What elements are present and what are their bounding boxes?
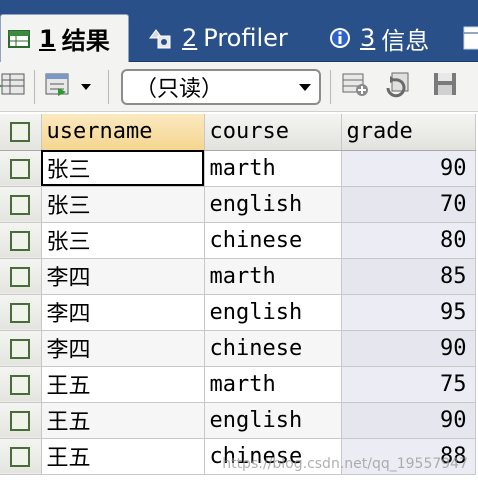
cell-username[interactable]: 张三 xyxy=(41,222,205,259)
grid-view-button[interactable] xyxy=(0,70,28,102)
table-row[interactable]: 王五 english 90 xyxy=(0,402,476,439)
row-checkbox[interactable] xyxy=(10,230,31,251)
select-chevron-down-icon xyxy=(299,84,311,91)
refresh-button[interactable] xyxy=(382,70,416,102)
results-table: username course grade 张三 marth 90 张三 eng… xyxy=(0,114,476,475)
cell-grade[interactable]: 90 xyxy=(341,402,476,439)
view-menu-dropdown[interactable] xyxy=(74,70,98,102)
cell-username[interactable]: 王五 xyxy=(41,366,205,403)
table-row[interactable]: 王五 chinese 88 xyxy=(0,438,476,475)
row-checkbox[interactable] xyxy=(10,194,31,215)
grid-results-icon xyxy=(7,27,31,51)
row-checkbox-cell[interactable] xyxy=(0,402,42,439)
cell-course[interactable]: chinese xyxy=(204,330,342,367)
cell-username[interactable]: 李四 xyxy=(41,294,205,331)
toolbar-divider xyxy=(34,70,35,104)
table-row[interactable]: 李四 marth 85 xyxy=(0,258,476,295)
profiler-icon xyxy=(148,26,174,50)
row-checkbox-cell[interactable] xyxy=(0,150,42,187)
table-row[interactable]: 王五 marth 75 xyxy=(0,366,476,403)
tab-table-data[interactable] xyxy=(462,14,478,62)
dropdown-arrow-icon xyxy=(80,77,92,96)
table-row[interactable]: 张三 marth 90 xyxy=(0,150,476,187)
table-row[interactable]: 张三 chinese 80 xyxy=(0,222,476,259)
grid-toolbar: （只读） xyxy=(0,62,478,112)
row-checkbox[interactable] xyxy=(10,158,31,179)
cell-course[interactable]: english xyxy=(204,186,342,223)
save-icon xyxy=(431,70,459,102)
row-checkbox[interactable] xyxy=(10,410,31,431)
cell-grade[interactable]: 90 xyxy=(341,330,476,367)
add-row-button[interactable] xyxy=(338,70,372,102)
cell-grade[interactable]: 95 xyxy=(341,294,476,331)
cell-username[interactable]: 李四 xyxy=(41,330,205,367)
table-row[interactable]: 张三 english 70 xyxy=(0,186,476,223)
save-button[interactable] xyxy=(428,70,462,102)
cell-course[interactable]: chinese xyxy=(204,438,342,475)
cell-username[interactable]: 张三 xyxy=(41,150,205,187)
row-checkbox-cell[interactable] xyxy=(0,330,42,367)
edit-mode-value: （只读） xyxy=(135,77,224,102)
row-checkbox-cell[interactable] xyxy=(0,438,42,475)
table-data-icon xyxy=(462,25,478,51)
row-checkbox-cell[interactable] xyxy=(0,294,42,331)
cell-course[interactable]: marth xyxy=(204,150,342,187)
tab-info[interactable]: 3 信息 xyxy=(328,14,429,62)
row-checkbox[interactable] xyxy=(10,266,31,287)
grid-view-icon xyxy=(0,70,26,102)
toolbar-divider xyxy=(108,70,109,104)
tab-profiler-number: 2 xyxy=(182,24,198,52)
cell-grade[interactable]: 85 xyxy=(341,258,476,295)
column-header-username[interactable]: username xyxy=(41,114,205,151)
cell-course[interactable]: marth xyxy=(204,258,342,295)
row-checkbox[interactable] xyxy=(10,374,31,395)
cell-username[interactable]: 王五 xyxy=(41,402,205,439)
cell-course[interactable]: chinese xyxy=(204,222,342,259)
column-header-course[interactable]: course xyxy=(204,114,342,151)
tab-results-label: 结果 xyxy=(61,27,110,55)
tab-profiler[interactable]: 2 Profiler xyxy=(146,14,288,62)
form-view-icon xyxy=(42,70,72,102)
row-checkbox-cell[interactable] xyxy=(0,366,42,403)
tab-results-number: 1 xyxy=(39,24,56,53)
tab-info-label: 信息 xyxy=(381,26,430,55)
header-row: username course grade xyxy=(0,114,476,151)
tab-profiler-label: Profiler xyxy=(203,24,288,52)
row-checkbox[interactable] xyxy=(10,446,31,467)
row-checkbox-cell[interactable] xyxy=(0,222,42,259)
form-view-button[interactable] xyxy=(40,70,74,102)
row-checkbox-cell[interactable] xyxy=(0,186,42,223)
cell-username[interactable]: 李四 xyxy=(41,258,205,295)
cell-grade[interactable]: 80 xyxy=(341,222,476,259)
cell-grade[interactable]: 90 xyxy=(341,150,476,187)
tab-results[interactable]: 1 结果 xyxy=(0,14,129,62)
select-all-checkbox[interactable] xyxy=(10,122,31,143)
cell-grade[interactable]: 88 xyxy=(341,438,476,475)
result-tab-bar: 1 结果 2 Profiler 3 信息 xyxy=(0,0,478,62)
results-grid: username course grade 张三 marth 90 张三 eng… xyxy=(0,114,478,486)
row-checkbox-cell[interactable] xyxy=(0,258,42,295)
cell-course[interactable]: english xyxy=(204,402,342,439)
cell-username[interactable]: 王五 xyxy=(41,438,205,475)
cell-course[interactable]: english xyxy=(204,294,342,331)
cell-grade[interactable]: 75 xyxy=(341,366,476,403)
toolbar-divider xyxy=(330,70,331,104)
row-checkbox[interactable] xyxy=(10,338,31,359)
select-all-checkbox-cell[interactable] xyxy=(0,114,42,151)
cell-grade[interactable]: 70 xyxy=(341,186,476,223)
cell-username[interactable]: 张三 xyxy=(41,186,205,223)
table-row[interactable]: 李四 chinese 90 xyxy=(0,330,476,367)
row-checkbox[interactable] xyxy=(10,302,31,323)
edit-mode-select[interactable]: （只读） xyxy=(121,69,321,105)
tab-info-number: 3 xyxy=(360,24,376,52)
refresh-icon xyxy=(384,70,414,102)
table-row[interactable]: 李四 english 95 xyxy=(0,294,476,331)
add-row-icon xyxy=(340,70,370,102)
column-header-grade[interactable]: grade xyxy=(341,114,476,151)
cell-course[interactable]: marth xyxy=(204,366,342,403)
info-icon xyxy=(328,26,352,50)
